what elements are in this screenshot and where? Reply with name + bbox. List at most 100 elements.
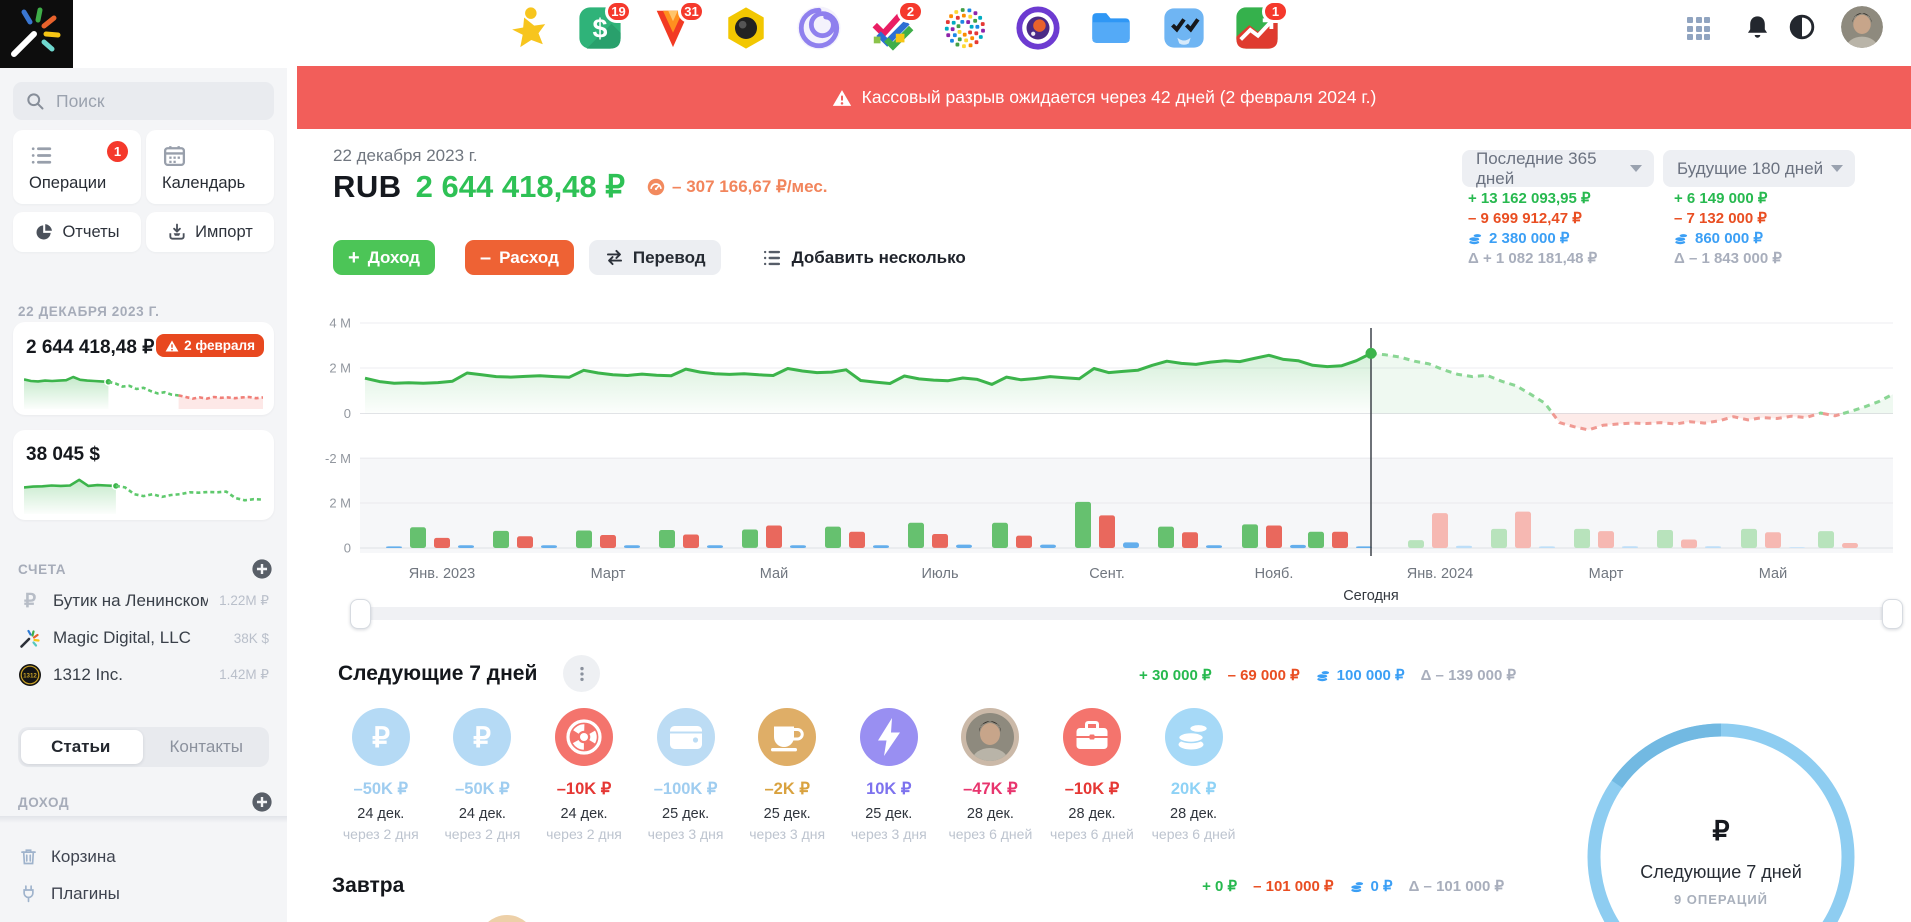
operation-item[interactable]: –10K ₽ 28 дек. через 6 дней [1041,708,1143,842]
account-row[interactable]: Magic Digital, LLC 38K $ [13,623,274,653]
account-row[interactable]: ₽ Бутик на Ленинском 1.22M ₽ [13,586,274,616]
trash-label: Корзина [51,847,116,867]
period-past-stats: + 13 162 093,95 ₽– 9 699 912,47 ₽2 380 0… [1468,191,1668,266]
cash-gap-alert-banner: Кассовый разрыв ожидается через 42 дней … [297,66,1911,129]
sidebar-item-reports[interactable]: Отчеты [13,212,141,252]
folder-app-icon[interactable] [1088,5,1134,51]
operation-item[interactable]: –47K ₽ 28 дек. через 6 дней [940,708,1042,842]
svg-text:Янв. 2023: Янв. 2023 [409,566,476,582]
sidebar-tabs: Статьи Контакты [18,727,269,767]
spiral-app-icon[interactable] [796,5,842,51]
coins-icon [1674,231,1689,246]
search-icon [25,91,45,111]
sidebar-item-calendar[interactable]: Календарь [146,130,274,204]
operation-relative-date: через 6 дней [1041,826,1143,842]
cash-gap-date-badge[interactable]: 2 февраля [156,334,264,357]
search-box[interactable] [13,82,274,120]
tomorrow-operation-icon[interactable] [478,915,536,922]
operation-item[interactable]: 20K ₽ 28 дек. через 6 дней [1143,708,1245,842]
sidebar-item-operations[interactable]: 1 Операции [13,130,141,204]
notifications-bell-icon[interactable] [1744,13,1771,40]
stat-transfer: 2 380 000 ₽ [1468,231,1668,246]
growth-chart-app-icon[interactable]: 1 [1234,5,1280,51]
operation-amount: –10K ₽ [533,779,635,799]
topbar: $19 31 2 1 [0,0,1911,68]
checkmarks-app-icon[interactable]: 2 [869,5,915,51]
sidebar-item-import[interactable]: Импорт [146,212,274,252]
account-name: Magic Digital, LLC [53,628,223,648]
accounts-header: СЧЕТА [18,562,66,577]
svg-text:Янв. 2024: Янв. 2024 [1407,566,1474,582]
operation-item[interactable]: ₽ –50K ₽ 24 дек. через 2 дня [432,708,534,842]
account-balance: 1.42M ₽ [219,667,269,683]
next7-totals: + 30 000 ₽– 69 000 ₽100 000 ₽Δ – 139 000… [1000,668,1516,683]
slider-track[interactable] [360,607,1893,620]
pie-chart-icon [34,222,54,242]
period-dropdown-past[interactable]: Последние 365 дней [1462,150,1654,187]
tab-contacts[interactable]: Контакты [144,727,270,767]
sidebar-item-trash[interactable]: Корзина [18,846,116,867]
operation-item[interactable]: –10K ₽ 24 дек. через 2 дня [533,708,635,842]
slider-handle-right[interactable] [1882,599,1903,629]
plus-icon: + [348,248,360,268]
next7-title: Следующие 7 дней [338,662,537,686]
usd-balance-card[interactable]: 38 045 $ [13,430,274,520]
operation-relative-date: через 3 дня [635,826,737,842]
svg-text:4 M: 4 M [329,316,351,331]
donut-label: Следующие 7 дней [1640,862,1802,882]
calendar-icon [162,143,187,168]
dollar-app-icon[interactable]: $19 [577,5,623,51]
balance-row: RUB 2 644 418,48 ₽ – 307 166,67 ₽/мес. [333,169,828,205]
add-transfer-button[interactable]: Перевод [589,240,721,275]
hexagon-app-icon[interactable] [723,5,769,51]
operations-list-icon [29,143,54,168]
account-row[interactable]: 1312 1312 Inc. 1.42M ₽ [13,660,274,690]
tomorrow-totals: + 0 ₽– 101 000 ₽0 ₽Δ – 101 000 ₽ [1100,879,1504,894]
lens-app-icon[interactable] [1015,5,1061,51]
balance-chart[interactable]: 4 M2 M0-2 M2 M0Янв. 2023МартМайИюльСент.… [297,290,1911,610]
search-input[interactable] [54,90,262,113]
sidebar-item-plugins[interactable]: Плагины [18,883,120,904]
user-avatar[interactable] [1841,6,1883,48]
chart-range-slider[interactable] [350,599,1903,630]
operation-date: 24 дек. [432,806,534,822]
app-badge: 31 [678,0,705,23]
add-account-button[interactable] [251,558,273,580]
slider-handle-left[interactable] [350,599,371,629]
app-logo[interactable] [0,0,73,68]
checkface-app-icon[interactable] [1161,5,1207,51]
rub-balance-card[interactable]: 2 644 418,48 ₽ 2 февраля [13,322,274,415]
operation-item[interactable]: ₽ –50K ₽ 24 дек. через 2 дня [330,708,432,842]
operation-item[interactable]: –100K ₽ 25 дек. через 3 дня [635,708,737,842]
operation-date: 28 дек. [1041,806,1143,822]
v-app-icon[interactable]: 31 [650,5,696,51]
iconsphere-app-icon[interactable] [942,5,988,51]
apps-grid-icon[interactable] [1687,17,1711,41]
coffee-glyph-icon [758,708,816,766]
briefcase-glyph-icon [1063,708,1121,766]
operations-badge: 1 [107,141,128,162]
svg-text:Март: Март [1589,566,1624,582]
add-income-category-button[interactable] [251,791,273,813]
period-dropdown-future[interactable]: Будущие 180 дней [1663,150,1855,187]
svg-text:1312: 1312 [23,673,37,680]
currency-label[interactable]: RUB [333,169,402,205]
operation-item[interactable]: 10K ₽ 25 дек. через 3 дня [838,708,940,842]
tab-articles[interactable]: Статьи [18,727,144,767]
operation-amount: –100K ₽ [635,779,737,799]
period-future-label: Будущие 180 дней [1677,159,1823,179]
svg-text:Июль: Июль [922,566,959,582]
add-income-button[interactable]: +Доход [333,240,435,275]
theme-contrast-icon[interactable] [1789,14,1815,40]
operation-date: 24 дек. [533,806,635,822]
add-expense-button[interactable]: –Расход [465,240,574,275]
bulk-add-button[interactable]: Добавить несколько [761,247,966,269]
svg-text:Нояб.: Нояб. [1255,566,1294,582]
svg-text:2 M: 2 M [329,496,351,511]
operation-date: 25 дек. [838,806,940,822]
star-app-icon[interactable] [504,5,550,51]
total-balance: 2 644 418,48 ₽ [416,169,625,205]
operation-item[interactable]: –2K ₽ 25 дек. через 3 дня [736,708,838,842]
operation-amount: –50K ₽ [432,779,534,799]
next7-menu-button[interactable] [563,655,600,692]
